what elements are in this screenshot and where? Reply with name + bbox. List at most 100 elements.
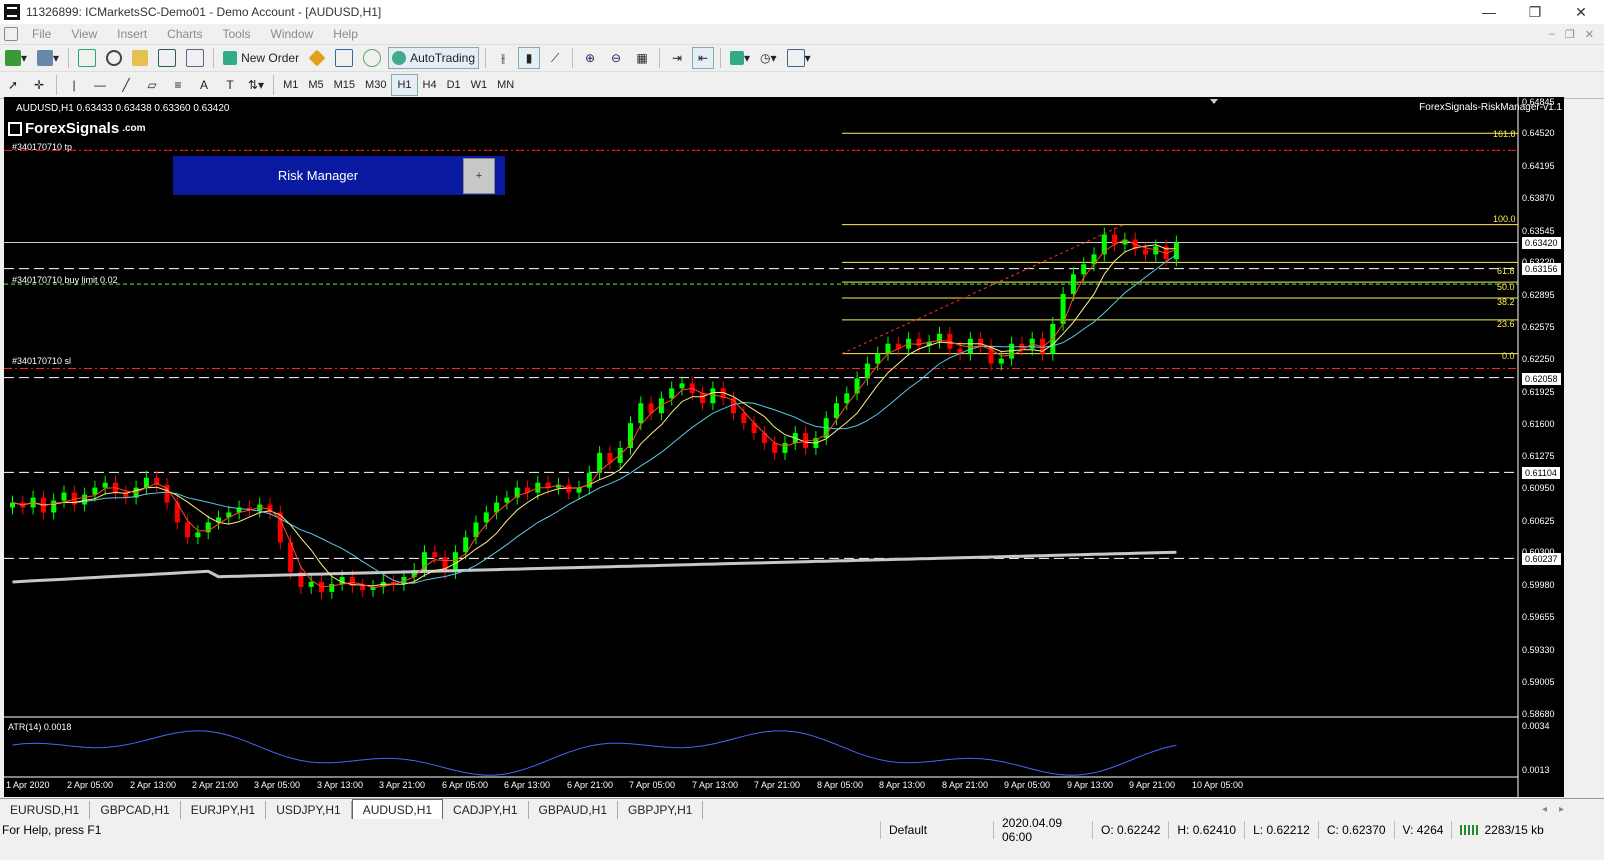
time-tick: 8 Apr 13:00 xyxy=(879,780,926,790)
autoscroll-button[interactable]: ⇥ xyxy=(666,47,688,69)
templates-button[interactable]: ▾ xyxy=(784,47,814,69)
tf-m5[interactable]: M5 xyxy=(303,75,328,95)
fibonacci-button[interactable]: ≡ xyxy=(167,74,189,96)
buy-limit-price-tag: 0.63156 xyxy=(1522,263,1561,275)
cursor-button[interactable]: ➚ xyxy=(2,74,24,96)
time-tick: 6 Apr 13:00 xyxy=(504,780,551,790)
tab-usdjpy[interactable]: USDJPY,H1 xyxy=(266,801,352,819)
terminal-button[interactable] xyxy=(155,47,179,69)
toolbar-separator xyxy=(572,48,574,68)
market-button[interactable] xyxy=(360,47,384,69)
candlestick-button[interactable]: ▮ xyxy=(518,47,541,69)
tab-eurjpy[interactable]: EURJPY,H1 xyxy=(181,801,267,819)
zoom-out-button[interactable]: ⊖ xyxy=(605,47,627,69)
level-price-tag: 0.61104 xyxy=(1522,467,1560,479)
signals-button[interactable] xyxy=(332,47,356,69)
menu-help[interactable]: Help xyxy=(323,27,368,41)
chart-shift-button[interactable]: ⇤ xyxy=(692,47,715,69)
tab-cadjpy[interactable]: CADJPY,H1 xyxy=(443,801,529,819)
tab-gbpcad[interactable]: GBPCAD,H1 xyxy=(90,801,181,819)
indicators-button[interactable]: ▾ xyxy=(727,47,753,69)
menu-view[interactable]: View xyxy=(61,27,107,41)
tile-windows-button[interactable]: ▦ xyxy=(631,47,653,69)
drawing-toolbar: ➚ ✛ | — ╱ ▱ ≡ A T ⇅▾ M1 M5 M15 M30 H1 H4… xyxy=(0,71,1604,99)
navigator-button[interactable] xyxy=(129,47,151,69)
tf-m30[interactable]: M30 xyxy=(360,75,391,95)
connection-bars-icon xyxy=(1460,825,1481,835)
risk-expand-button[interactable]: + xyxy=(463,158,495,194)
mdi-close-icon[interactable]: ✕ xyxy=(1585,28,1594,41)
label-button[interactable]: T xyxy=(219,74,241,96)
time-tick: 2 Apr 21:00 xyxy=(192,780,239,790)
menu-insert[interactable]: Insert xyxy=(107,27,157,41)
crosshair-button[interactable]: ✛ xyxy=(28,74,50,96)
tab-gbpaud[interactable]: GBPAUD,H1 xyxy=(529,801,618,819)
candle-body xyxy=(185,522,191,538)
restore-button[interactable]: ❐ xyxy=(1512,0,1558,24)
fib-236: 23.6 xyxy=(1497,319,1515,329)
market-watch-button[interactable] xyxy=(75,47,99,69)
candle-body xyxy=(710,388,716,404)
new-chart-button[interactable]: ▾ xyxy=(2,47,30,69)
candle-body xyxy=(998,358,1004,364)
candle-body xyxy=(1143,249,1148,255)
tab-gbpjpy[interactable]: GBPJPY,H1 xyxy=(618,801,704,819)
arrows-icon: ⇅▾ xyxy=(248,78,265,92)
tab-scroll: ◂ ▸ xyxy=(1542,804,1604,815)
tester-button[interactable] xyxy=(183,47,207,69)
tf-m1[interactable]: M1 xyxy=(278,75,303,95)
tf-m15[interactable]: M15 xyxy=(329,75,360,95)
new-order-button[interactable]: New Order xyxy=(220,47,302,69)
trendline-button[interactable]: ╱ xyxy=(115,74,137,96)
text-icon: A xyxy=(199,78,208,92)
tab-eurusd[interactable]: EURUSD,H1 xyxy=(0,801,91,819)
bar-chart-button[interactable]: ⫲ xyxy=(492,47,514,69)
candle-body xyxy=(669,388,675,399)
chart-area[interactable] xyxy=(4,97,1564,797)
status-profile: Default xyxy=(880,821,993,839)
tab-audusd[interactable]: AUDUSD,H1 xyxy=(351,799,444,819)
mdi-minimize-icon[interactable]: – xyxy=(1549,28,1555,41)
mdi-restore-icon[interactable]: ❐ xyxy=(1565,28,1575,41)
risk-manager-button[interactable]: Risk Manager xyxy=(173,156,463,195)
menu-file[interactable]: File xyxy=(22,27,61,41)
fib-382: 38.2 xyxy=(1497,297,1515,307)
menu-charts[interactable]: Charts xyxy=(157,27,212,41)
menu-tools[interactable]: Tools xyxy=(213,27,261,41)
minimize-button[interactable]: — xyxy=(1466,0,1512,24)
tf-mn[interactable]: MN xyxy=(492,75,519,95)
close-button[interactable]: ✕ xyxy=(1558,0,1604,24)
tf-h4[interactable]: H4 xyxy=(418,75,442,95)
line-chart-button[interactable]: ⟋ xyxy=(544,47,566,69)
autotrading-button[interactable]: AutoTrading xyxy=(388,47,480,69)
new-order-icon xyxy=(223,51,238,65)
menu-window[interactable]: Window xyxy=(261,27,324,41)
candle-body xyxy=(102,482,108,488)
metaeditor-button[interactable] xyxy=(306,47,328,69)
price-chart[interactable] xyxy=(4,97,1564,797)
equidistant-channel-button[interactable]: ▱ xyxy=(141,74,163,96)
zoom-in-button[interactable]: ⊕ xyxy=(579,47,601,69)
data-window-button[interactable] xyxy=(103,47,125,69)
market-watch-icon xyxy=(78,49,97,67)
tf-w1[interactable]: W1 xyxy=(466,75,493,95)
text-button[interactable]: A xyxy=(193,74,215,96)
status-high: H: 0.62410 xyxy=(1168,821,1244,839)
scroll-left-icon[interactable]: ◂ xyxy=(1542,804,1547,815)
tf-d1[interactable]: D1 xyxy=(442,75,466,95)
arrows-button[interactable]: ⇅▾ xyxy=(245,74,267,96)
atr-tick: 0.0034 xyxy=(1522,721,1550,731)
periods-button[interactable]: ◷ ▾ xyxy=(757,47,780,69)
tf-h1[interactable]: H1 xyxy=(391,74,418,96)
chart-window-icon[interactable] xyxy=(4,27,18,41)
price-tick: 0.59655 xyxy=(1522,612,1555,622)
market-icon xyxy=(363,49,382,67)
vertical-line-button[interactable]: | xyxy=(63,74,85,96)
templates-icon xyxy=(786,49,805,67)
profiles-button[interactable]: ▾ xyxy=(34,47,62,69)
scroll-right-icon[interactable]: ▸ xyxy=(1559,804,1564,815)
time-tick: 7 Apr 21:00 xyxy=(754,780,801,790)
candle-body xyxy=(844,393,850,404)
horizontal-line-button[interactable]: — xyxy=(89,74,111,96)
candle-body xyxy=(875,353,881,364)
